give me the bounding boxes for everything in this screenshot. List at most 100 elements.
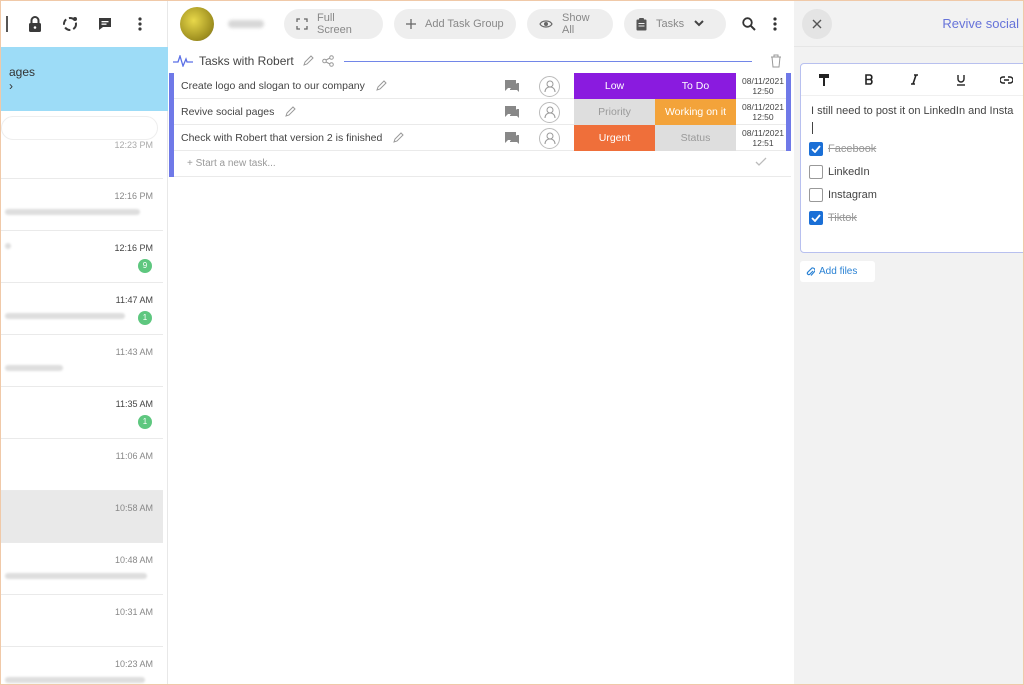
share-icon[interactable]: [321, 55, 334, 67]
more-menu-icon[interactable]: [765, 14, 785, 34]
edit-icon[interactable]: [375, 80, 387, 92]
close-button[interactable]: [802, 8, 832, 39]
unread-badge: 1: [138, 415, 152, 429]
italic-icon[interactable]: [904, 70, 926, 90]
add-task-group-button[interactable]: Add Task Group: [394, 9, 516, 39]
task-row[interactable]: Revive social pages Priority Working on …: [169, 99, 791, 125]
checkbox[interactable]: [809, 165, 823, 179]
task-name[interactable]: Check with Robert that version 2 is fini…: [181, 132, 405, 144]
chat-time: 10:31 AM: [114, 607, 153, 617]
checklist-label: Instagram: [828, 189, 877, 201]
chat-item[interactable]: 11:35 AM 1: [1, 386, 163, 438]
format-painter-icon[interactable]: [813, 70, 835, 90]
task-name[interactable]: Create logo and slogan to our company: [181, 80, 387, 92]
checklist-item[interactable]: Facebook: [809, 142, 876, 156]
link-icon[interactable]: [995, 70, 1017, 90]
assignee-icon[interactable]: [539, 102, 560, 123]
chat-item[interactable]: 12:16 PM 9: [1, 230, 163, 282]
edit-icon[interactable]: [284, 106, 297, 118]
new-task-input[interactable]: + Start a new task...: [187, 158, 276, 169]
chat-preview: [5, 243, 11, 249]
checkbox[interactable]: [809, 211, 823, 225]
task-name[interactable]: Revive social pages: [181, 106, 297, 118]
edit-icon[interactable]: [302, 55, 314, 67]
status-cell[interactable]: To Do: [655, 73, 736, 99]
comment-icon[interactable]: [504, 131, 520, 150]
chat-item[interactable]: 10:58 AM: [1, 490, 163, 542]
task-group-title: Tasks with Robert: [199, 54, 294, 68]
chat-item[interactable]: 11:06 AM: [1, 438, 163, 490]
chat-item[interactable]: 11:43 AM: [1, 334, 163, 386]
status-label: To Do: [681, 80, 710, 92]
task-toolbar: Full Screen Add Task Group Show All Task…: [168, 1, 794, 47]
chat-list-toolbar: [1, 1, 167, 47]
note-editor[interactable]: I still need to post it on LinkedIn and …: [800, 63, 1023, 253]
note-text[interactable]: I still need to post it on LinkedIn and …: [811, 105, 1013, 117]
app-window: ages › 12:23 PM 12:16 PM 12:16 PM 9 11:4…: [0, 0, 1024, 685]
edit-icon[interactable]: [392, 132, 405, 144]
chat-item[interactable]: 10:23 AM: [1, 646, 163, 684]
chat-time: 11:43 AM: [115, 347, 153, 357]
chat-item[interactable]: 11:47 AM 1: [1, 282, 163, 334]
task-row[interactable]: Create logo and slogan to our company Lo…: [169, 73, 791, 99]
status-label: Status: [680, 132, 711, 144]
underline-icon[interactable]: [950, 70, 972, 90]
assignee-icon[interactable]: [539, 128, 560, 149]
show-all-button[interactable]: Show All: [527, 9, 613, 39]
comment-icon[interactable]: [504, 79, 520, 98]
status-cell[interactable]: Working on it: [655, 99, 736, 125]
menu-icon[interactable]: [132, 15, 149, 33]
tasks-label: Tasks: [656, 18, 685, 30]
chat-item[interactable]: 10:31 AM: [1, 594, 163, 646]
checklist-item[interactable]: Instagram: [809, 188, 877, 202]
comment-icon[interactable]: [504, 105, 520, 124]
checkbox[interactable]: [809, 142, 823, 156]
task-detail-panel: Revive social I still need to post it on…: [794, 1, 1023, 684]
chat-item[interactable]: 12:16 PM: [1, 178, 163, 230]
priority-cell[interactable]: Priority: [574, 99, 655, 125]
status-label: Working on it: [664, 106, 727, 118]
new-task-row[interactable]: + Start a new task...: [169, 151, 791, 177]
plus-icon: [406, 19, 416, 29]
chat-time: 12:16 PM: [114, 191, 153, 201]
status-cell[interactable]: Status: [655, 125, 736, 151]
avatar[interactable]: [180, 7, 214, 41]
notification-banner[interactable]: ages ›: [1, 47, 168, 111]
add-files-button[interactable]: Add files: [800, 261, 875, 282]
row-marker: [786, 73, 791, 99]
time-text: 12:50: [752, 86, 774, 96]
bold-icon[interactable]: [859, 70, 881, 90]
task-row[interactable]: Check with Robert that version 2 is fini…: [169, 125, 791, 151]
search-input[interactable]: [1, 116, 158, 140]
search-icon[interactable]: [739, 14, 759, 34]
checklist-item[interactable]: Tiktok: [809, 211, 857, 225]
priority-cell[interactable]: Low: [574, 73, 655, 99]
activity-icon: [173, 55, 193, 67]
lock-icon[interactable]: [26, 15, 43, 33]
check-icon[interactable]: [755, 156, 767, 170]
detail-title: Revive social: [942, 16, 1019, 31]
show-all-label: Show All: [562, 12, 590, 36]
checkbox[interactable]: [809, 188, 823, 202]
chat-time: 10:48 AM: [114, 555, 153, 565]
assignee-icon[interactable]: [539, 76, 560, 97]
full-screen-button[interactable]: Full Screen: [284, 9, 383, 39]
paperclip-icon: [806, 266, 815, 278]
chat-preview: [5, 209, 140, 215]
tasks-dropdown[interactable]: Tasks: [624, 9, 726, 39]
priority-label: Priority: [598, 106, 631, 118]
task-name-text: Create logo and slogan to our company: [181, 80, 365, 92]
unread-badge: 9: [138, 259, 152, 273]
priority-cell[interactable]: Urgent: [574, 125, 655, 151]
task-name-text: Check with Robert that version 2 is fini…: [181, 132, 383, 144]
contact-name: [228, 20, 264, 28]
chat-preview: [5, 365, 63, 371]
checklist-item[interactable]: LinkedIn: [809, 165, 870, 179]
trash-icon[interactable]: [770, 54, 782, 68]
chat-item[interactable]: 10:48 AM: [1, 542, 163, 594]
status-icon[interactable]: [61, 15, 78, 33]
chat-time: 10:23 AM: [114, 659, 153, 669]
add-files-label: Add files: [819, 266, 858, 277]
checklist-label: LinkedIn: [828, 166, 870, 178]
new-chat-icon[interactable]: [96, 15, 113, 33]
